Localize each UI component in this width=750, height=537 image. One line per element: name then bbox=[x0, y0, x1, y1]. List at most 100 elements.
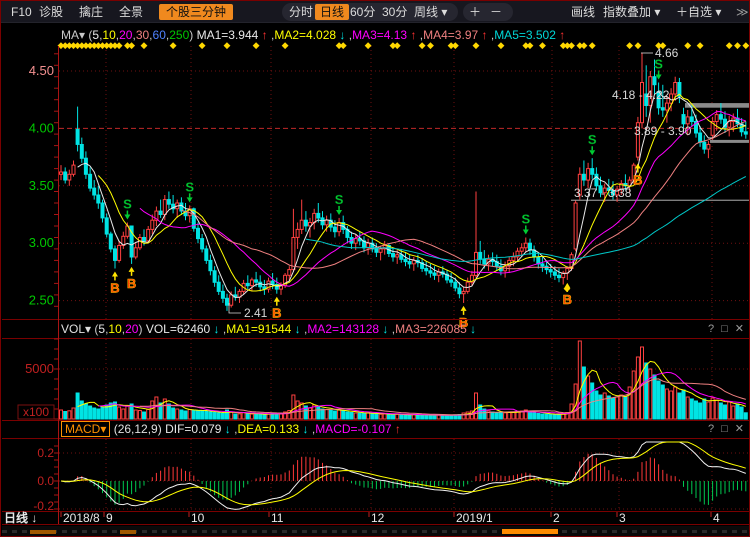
vol-indicator-header: VOL▾ (5,10,20) VOL=62460 ↓ ,MA1=91544 ↓ … bbox=[61, 322, 476, 337]
close-icon[interactable]: ✕ bbox=[735, 423, 744, 435]
banker-tracking-button[interactable]: 擒庄 bbox=[79, 4, 103, 20]
ma-segment: MA4=3.97 bbox=[423, 28, 478, 42]
stock-chart-window: F10 诊股 擒庄 全景 个股三分钟 分时 日线 60分 30分 周线 ▾ ＋ … bbox=[0, 0, 750, 537]
help-icon[interactable]: ? bbox=[708, 323, 714, 335]
svg-text:2.50: 2.50 bbox=[29, 293, 54, 308]
ma-segment: MA1=3.944 bbox=[197, 28, 259, 42]
close-icon[interactable]: ✕ bbox=[735, 323, 744, 335]
maximize-icon[interactable]: □ bbox=[721, 323, 728, 335]
event-diamond-icon: ◆ bbox=[684, 40, 691, 50]
event-diamond-icon: ◆ bbox=[589, 40, 596, 50]
sell-signal-marker: S bbox=[588, 132, 597, 147]
chart-canvas[interactable]: BBBBBBSSSSSS◆◆◆◆◆◆◆◆◆◆◆◆◆◆◆◆◆◆◆◆◆◆◆◆◆◆◆◆… bbox=[1, 1, 750, 537]
vol-segment: ↓ bbox=[210, 322, 219, 336]
event-diamond-icon: ◆ bbox=[697, 40, 704, 50]
event-diamond-icon: ◆ bbox=[734, 40, 741, 50]
help-icon[interactable]: ? bbox=[708, 423, 714, 435]
f10-button[interactable]: F10 bbox=[11, 4, 32, 20]
x-axis-label: 3 bbox=[619, 512, 626, 525]
diagnose-stock-button[interactable]: 诊股 bbox=[39, 4, 63, 20]
ma-segment: ) bbox=[189, 28, 196, 42]
svg-text:4.50: 4.50 bbox=[29, 63, 54, 78]
sell-signal-marker: S bbox=[521, 211, 530, 226]
zoom-in-button[interactable]: ＋ bbox=[469, 4, 481, 20]
macd-dropdown[interactable]: MACD▾ bbox=[61, 421, 110, 437]
svg-text:4.18 - 4.22: 4.18 - 4.22 bbox=[612, 88, 670, 102]
draw-line-button[interactable]: 画线 bbox=[571, 4, 595, 20]
macd-segment: MACD=-0.107 bbox=[315, 422, 391, 436]
vol-segment: ) bbox=[138, 322, 145, 336]
chart-scrollbar[interactable] bbox=[2, 526, 749, 537]
x-axis-label: 9 bbox=[106, 512, 113, 525]
svg-text:3.89 - 3.90: 3.89 - 3.90 bbox=[634, 124, 692, 138]
svg-text:0.0: 0.0 bbox=[37, 474, 54, 488]
ma-segment: MA3=4.13 bbox=[352, 28, 407, 42]
zoom-out-button[interactable]: － bbox=[490, 4, 502, 20]
period-mode-selector[interactable]: 日线 ↓ bbox=[4, 512, 37, 525]
tab-weekly-dropdown[interactable]: 周线 ▾ bbox=[414, 4, 447, 20]
macd-segment: ↓ bbox=[221, 422, 230, 436]
vol-dropdown[interactable]: VOL▾ bbox=[61, 322, 91, 336]
event-diamond-icon: ◆ bbox=[634, 40, 641, 50]
event-diamond-icon: ◆ bbox=[726, 40, 733, 50]
ma-segment: 30 bbox=[136, 28, 149, 42]
x-axis-label: 12 bbox=[371, 512, 384, 525]
maximize-icon[interactable]: □ bbox=[721, 423, 728, 435]
collapse-panel-icon[interactable]: ≫ bbox=[736, 4, 749, 20]
svg-text:4.66: 4.66 bbox=[655, 46, 679, 60]
tab-60min[interactable]: 60分 bbox=[350, 4, 375, 20]
x-axis: 日线 ↓ 2018/891011122019/1234 bbox=[1, 512, 750, 525]
buy-signal-marker: B bbox=[110, 280, 119, 295]
ma-dropdown[interactable]: MA▾ bbox=[61, 28, 85, 42]
x-axis-label: 10 bbox=[191, 512, 204, 525]
price-annotations: 3.37 - 3.384.18 - 4.223.89 - 3.904.662.4… bbox=[229, 46, 692, 320]
panorama-button[interactable]: 全景 bbox=[119, 4, 143, 20]
buy-signal-marker: B bbox=[633, 173, 642, 188]
vol-segment: ↓ bbox=[467, 322, 476, 336]
axis-labels: 4.504.003.503.002.505000x1000.20.0-0.2 bbox=[18, 63, 54, 513]
buy-signal-marker: B bbox=[563, 292, 572, 307]
ma-segment: MA2=4.028 bbox=[274, 28, 336, 42]
vol-segment: MA2=143128 bbox=[307, 322, 379, 336]
macd-segment: DEA=0.133 bbox=[237, 422, 299, 436]
event-diamond-icon: ◆ bbox=[580, 40, 587, 50]
scrollbar-track[interactable] bbox=[2, 530, 749, 533]
svg-text:3.50: 3.50 bbox=[29, 178, 54, 193]
vol-segment: 20 bbox=[125, 322, 138, 336]
x-axis-label: 2 bbox=[553, 512, 560, 525]
macd-segment: (26,12,9) bbox=[110, 422, 165, 436]
tab-intraday[interactable]: 分时 bbox=[289, 4, 313, 20]
vol-segment: ↓ bbox=[379, 322, 388, 336]
scrollbar-thumb[interactable] bbox=[502, 529, 558, 534]
price-ma-lines bbox=[78, 91, 746, 297]
svg-text:4.00: 4.00 bbox=[29, 120, 54, 135]
vol-segment: MA1=91544 bbox=[226, 322, 291, 336]
ma-segment: MA5=3.502 bbox=[494, 28, 556, 42]
ma-segment: ↑ bbox=[556, 28, 565, 42]
top-toolbar: F10 诊股 擒庄 全景 个股三分钟 分时 日线 60分 30分 周线 ▾ ＋ … bbox=[1, 1, 749, 23]
ma-segment: 250 bbox=[169, 28, 189, 42]
add-watchlist-dropdown[interactable]: ＋自选 ▾ bbox=[676, 4, 721, 20]
ma-indicator-header: MA▾ (5,10,20,30,60,250) MA1=3.944 ↑ ,MA2… bbox=[61, 28, 565, 43]
tab-30min[interactable]: 30分 bbox=[382, 4, 407, 20]
event-diamond-icon: ◆ bbox=[626, 40, 633, 50]
svg-text:3.00: 3.00 bbox=[29, 235, 54, 250]
vol-segment: 10 bbox=[108, 322, 121, 336]
index-overlay-dropdown[interactable]: 指数叠加 ▾ bbox=[603, 4, 660, 20]
svg-text:5000: 5000 bbox=[25, 361, 54, 376]
ma-segment: ↑ bbox=[258, 28, 267, 42]
tab-daily[interactable]: 日线 bbox=[315, 4, 349, 20]
vol-pane-icons: ? □ ✕ bbox=[701, 322, 744, 336]
macd-segment: ↓ bbox=[299, 422, 308, 436]
event-diamond-icon: ◆ bbox=[568, 40, 575, 50]
buy-signal-marker: B bbox=[272, 306, 281, 321]
vol-segment: MA3=226085 bbox=[395, 322, 467, 336]
vol-segment: ↓ bbox=[291, 322, 300, 336]
svg-text:0.2: 0.2 bbox=[37, 446, 54, 460]
stock-3min-button[interactable]: 个股三分钟 bbox=[159, 4, 233, 20]
macd-pane-icons: ? □ ✕ bbox=[701, 422, 744, 436]
volume-bars bbox=[60, 341, 748, 419]
sell-signal-marker: S bbox=[185, 179, 194, 194]
vol-segment: VOL=62460 bbox=[146, 322, 210, 336]
x-axis-label: 4 bbox=[713, 512, 720, 525]
